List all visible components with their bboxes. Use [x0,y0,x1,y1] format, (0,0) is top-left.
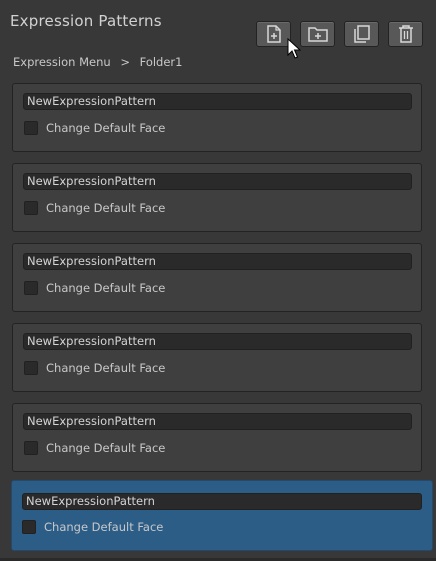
pattern-name-field[interactable]: NewExpressionPattern [23,253,412,270]
checkbox-label: Change Default Face [46,441,166,455]
trash-icon [398,25,413,43]
change-default-face-checkbox[interactable] [24,281,38,295]
breadcrumb: Expression Menu > Folder1 [13,55,188,69]
checkbox-label: Change Default Face [46,361,166,375]
breadcrumb-item-folder1[interactable]: Folder1 [140,55,183,69]
pattern-name-field[interactable]: NewExpressionPattern [23,173,412,190]
checkbox-label: Change Default Face [46,281,166,295]
change-default-face-checkbox[interactable] [24,121,38,135]
list-item-selected[interactable]: NewExpressionPattern Change Default Face [11,480,433,551]
folder-plus-icon [307,27,328,42]
breadcrumb-item-expression-menu[interactable]: Expression Menu [13,55,111,69]
change-default-face-toggle[interactable]: Change Default Face [24,200,165,216]
change-default-face-toggle[interactable]: Change Default Face [24,360,165,376]
list-item[interactable]: NewExpressionPattern Change Default Face [12,403,422,472]
delete-button[interactable] [388,21,423,47]
copy-icon [353,25,370,43]
change-default-face-toggle[interactable]: Change Default Face [24,120,165,136]
copy-button[interactable] [344,21,379,47]
change-default-face-checkbox[interactable] [22,520,36,534]
pattern-name-field[interactable]: NewExpressionPattern [22,493,422,510]
change-default-face-checkbox[interactable] [24,441,38,455]
change-default-face-checkbox[interactable] [24,361,38,375]
list-item[interactable]: NewExpressionPattern Change Default Face [12,243,422,312]
checkbox-label: Change Default Face [44,520,164,534]
pattern-name-field[interactable]: NewExpressionPattern [23,333,412,350]
checkbox-label: Change Default Face [46,201,166,215]
list-item[interactable]: NewExpressionPattern Change Default Face [12,83,422,152]
expression-patterns-panel: Expression Patterns Expression Menu > Fo… [0,0,436,561]
panel-title: Expression Patterns [10,12,162,30]
pattern-name-field[interactable]: NewExpressionPattern [23,93,412,110]
pattern-name-field[interactable]: NewExpressionPattern [23,413,412,430]
checkbox-label: Change Default Face [46,121,166,135]
list-item[interactable]: NewExpressionPattern Change Default Face [12,323,422,392]
breadcrumb-separator: > [120,55,130,69]
change-default-face-toggle[interactable]: Change Default Face [24,280,165,296]
change-default-face-checkbox[interactable] [24,201,38,215]
list-item[interactable]: NewExpressionPattern Change Default Face [12,163,422,232]
add-file-button[interactable] [256,21,291,47]
add-folder-button[interactable] [300,21,335,47]
file-plus-icon [266,25,281,43]
change-default-face-toggle[interactable]: Change Default Face [24,440,165,456]
change-default-face-toggle[interactable]: Change Default Face [22,519,163,535]
